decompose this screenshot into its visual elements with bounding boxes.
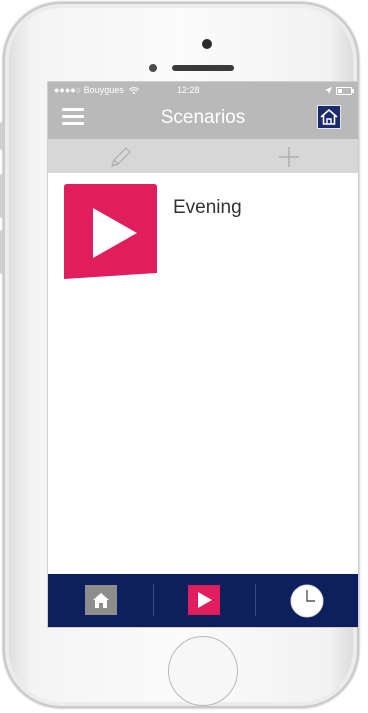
volume-up-button xyxy=(0,174,4,218)
nav-bar: Scenarios xyxy=(48,99,358,139)
scenario-list: Evening xyxy=(48,173,358,574)
tab-timer[interactable] xyxy=(255,574,358,627)
play-icon xyxy=(64,184,157,279)
location-arrow-icon xyxy=(325,87,332,94)
plus-icon[interactable] xyxy=(276,145,302,169)
carrier-text: ●●●●○ Bouygues xyxy=(54,85,124,95)
front-camera xyxy=(149,64,157,72)
scenario-name: Evening xyxy=(173,197,242,218)
carrier-label: ●●●●○ Bouygues xyxy=(54,82,140,99)
app-screen: ●●●●○ Bouygues 12:28 Scenarios Evening xyxy=(48,82,358,627)
clock-icon xyxy=(289,583,325,624)
wifi-icon xyxy=(129,86,140,95)
hardware-home-button[interactable] xyxy=(168,636,238,706)
status-right xyxy=(325,82,354,99)
battery-icon xyxy=(336,86,354,95)
mute-switch xyxy=(0,122,4,150)
pencil-icon[interactable] xyxy=(108,145,134,169)
tab-bar xyxy=(48,574,358,627)
status-time: 12:28 xyxy=(177,85,200,95)
home-icon xyxy=(85,585,117,620)
house-icon[interactable] xyxy=(317,105,341,129)
battery-fill xyxy=(338,88,342,93)
speaker-grille xyxy=(172,65,234,71)
status-bar: ●●●●○ Bouygues 12:28 xyxy=(48,82,358,99)
play-icon xyxy=(188,585,220,620)
tab-scenarios[interactable] xyxy=(153,574,255,627)
volume-down-button xyxy=(0,230,4,274)
toolbar xyxy=(48,139,358,173)
page-title: Scenarios xyxy=(160,107,246,128)
tab-home[interactable] xyxy=(48,574,153,627)
list-item[interactable]: Evening xyxy=(48,173,358,283)
camera-dot xyxy=(202,39,212,49)
